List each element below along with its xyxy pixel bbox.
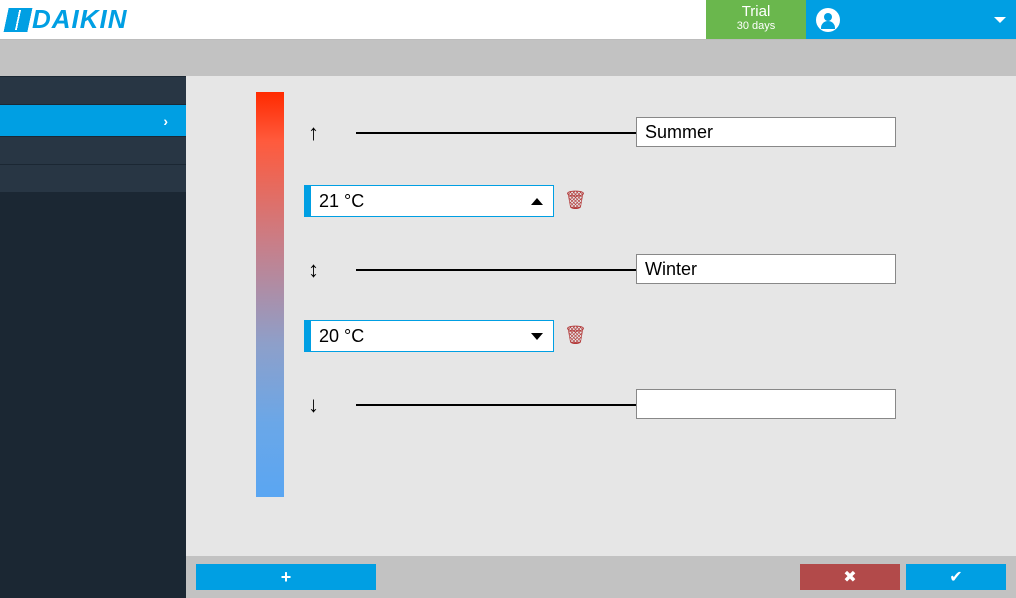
caret-down-icon: [531, 333, 543, 340]
toolbar-strip: [0, 40, 1016, 76]
trash-icon: 🗑: [564, 325, 587, 345]
sidebar-item-1[interactable]: [0, 76, 186, 104]
sidebar-spacer: [0, 192, 186, 598]
topbar-spacer: [128, 0, 706, 39]
top-bar: DAIKIN Trial 30 days: [0, 0, 1016, 40]
check-icon: ✔: [949, 567, 962, 587]
chevron-right-icon: ›: [163, 113, 168, 129]
sidebar-item-4[interactable]: [0, 164, 186, 192]
temperature-gradient: [256, 92, 284, 497]
arrow-up-icon: ↑: [308, 120, 319, 146]
trial-badge: Trial 30 days: [706, 0, 806, 39]
trial-days: 30 days: [737, 19, 776, 34]
plus-icon: +: [281, 567, 292, 588]
threshold-select-1[interactable]: 21 °C: [304, 185, 554, 217]
sidebar-item-active[interactable]: ›: [0, 104, 186, 136]
footer-bar: + ✖ ✔: [186, 556, 1016, 598]
arrow-updown-icon: ↕: [308, 257, 319, 283]
brand-logo: DAIKIN: [0, 0, 128, 39]
caret-up-icon: [531, 198, 543, 205]
season-name-input-1[interactable]: [636, 117, 896, 147]
cancel-button[interactable]: ✖: [800, 564, 900, 590]
threshold-select-2[interactable]: 20 °C: [304, 320, 554, 352]
trial-label: Trial: [742, 4, 771, 19]
connector-line-1: [356, 132, 636, 134]
season-name-input-2[interactable]: [636, 254, 896, 284]
connector-line-3: [356, 404, 636, 406]
threshold-value-2: 20 °C: [319, 326, 364, 347]
main-panel: ↑ ↕ ↓ 21 °C 🗑 20 °C 🗑: [186, 76, 1016, 598]
delete-threshold-1[interactable]: 🗑: [564, 190, 587, 211]
sidebar-item-3[interactable]: [0, 136, 186, 164]
delete-threshold-2[interactable]: 🗑: [564, 325, 587, 346]
confirm-button[interactable]: ✔: [906, 564, 1006, 590]
season-editor: ↑ ↕ ↓ 21 °C 🗑 20 °C 🗑: [206, 82, 996, 542]
season-name-input-3[interactable]: [636, 389, 896, 419]
body: › ↑ ↕ ↓ 21 °C 🗑: [0, 76, 1016, 598]
select-accent: [305, 186, 311, 216]
brand-mark-icon: [3, 8, 32, 32]
user-icon: [816, 8, 840, 32]
threshold-value-1: 21 °C: [319, 191, 364, 212]
sidebar: ›: [0, 76, 186, 598]
user-menu[interactable]: [806, 0, 1016, 39]
connector-line-2: [356, 269, 636, 271]
trash-icon: 🗑: [564, 190, 587, 210]
select-accent: [305, 321, 311, 351]
close-icon: ✖: [843, 567, 856, 587]
brand-text: DAIKIN: [32, 4, 128, 35]
add-button[interactable]: +: [196, 564, 376, 590]
arrow-down-icon: ↓: [308, 392, 319, 418]
chevron-down-icon: [994, 17, 1006, 23]
